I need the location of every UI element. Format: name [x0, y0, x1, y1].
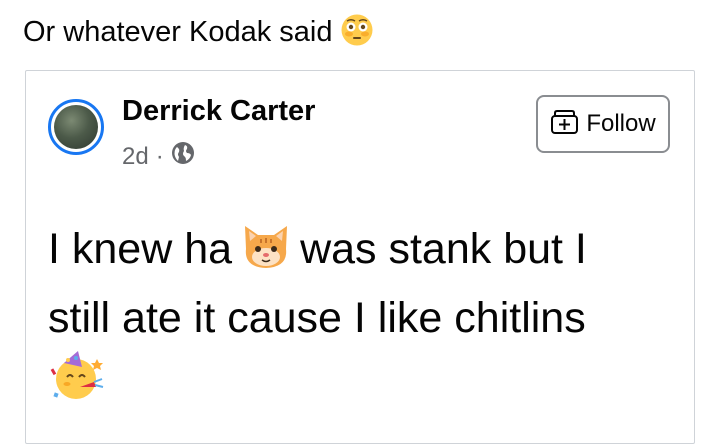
- shared-post-card[interactable]: Derrick Carter 2d · Follow I knew ha was…: [25, 70, 695, 444]
- caption: Or whatever Kodak said: [23, 10, 374, 60]
- follow-button[interactable]: Follow: [536, 95, 670, 153]
- author-name[interactable]: Derrick Carter: [122, 95, 315, 128]
- post-text-part1: I knew ha: [48, 225, 233, 273]
- post-body: I knew ha was stank but I still ate it c…: [48, 219, 668, 420]
- follow-label: Follow: [586, 110, 656, 137]
- post-text-line2: still ate it cause I like chitlins: [48, 294, 586, 342]
- cat-face-icon: [240, 223, 292, 288]
- globe-icon: [171, 141, 195, 172]
- add-friend-icon: [550, 107, 580, 142]
- caption-text: Or whatever Kodak said: [23, 16, 333, 48]
- post-time[interactable]: 2d: [122, 143, 149, 171]
- meta-separator: ·: [155, 142, 164, 170]
- partying-face-icon: [50, 349, 106, 420]
- avatar-image: [54, 105, 98, 149]
- post-text-part2: was stank but I: [300, 225, 587, 273]
- avatar[interactable]: [48, 99, 104, 155]
- flushed-face-icon: [340, 13, 374, 60]
- post-meta: 2d ·: [122, 141, 195, 172]
